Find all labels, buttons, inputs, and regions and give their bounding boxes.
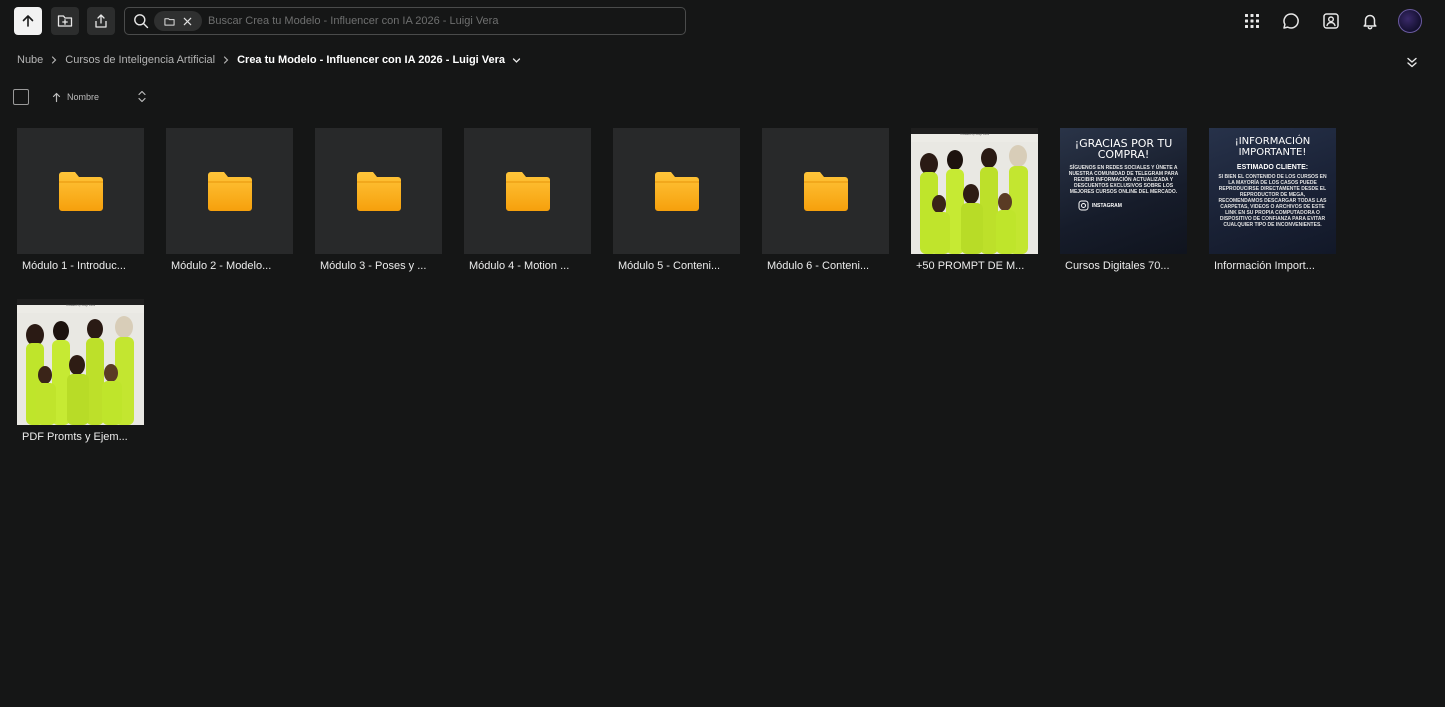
instagram-row: INSTAGRAM: [1060, 200, 1187, 211]
file-tile[interactable]: Created by Luigi Vera PDF Promts y Ejem.…: [17, 299, 144, 445]
search-icon: [134, 14, 149, 29]
chevron-right-icon: [215, 56, 237, 64]
folder-icon: [654, 172, 699, 211]
file-tile[interactable]: Módulo 4 - Motion ...: [464, 128, 591, 274]
folder-icon: [163, 17, 175, 26]
folder-icon: [505, 172, 550, 211]
models-photo: [911, 142, 1038, 254]
folder-thumbnail[interactable]: [762, 128, 889, 254]
share-button[interactable]: [87, 7, 115, 35]
close-icon[interactable]: [182, 16, 193, 27]
file-name: PDF Promts y Ejem...: [22, 431, 128, 443]
contacts-button[interactable]: [1320, 10, 1342, 32]
file-name: Información Import...: [1214, 260, 1315, 272]
thumbnail-heading: ¡GRACIAS POR TU COMPRA!: [1074, 137, 1173, 161]
chevron-right-icon: [43, 56, 65, 64]
select-all-checkbox[interactable]: [13, 89, 29, 105]
file-name: Módulo 4 - Motion ...: [469, 260, 570, 272]
file-tile[interactable]: Módulo 3 - Poses y ...: [315, 128, 442, 274]
bell-icon: [1363, 14, 1377, 30]
breadcrumb-item-cursos[interactable]: Cursos de Inteligencia Artificial: [65, 54, 215, 66]
folder-icon: [58, 172, 103, 211]
upload-icon: [95, 14, 107, 28]
notifications-button[interactable]: [1359, 10, 1381, 32]
chat-icon: [1283, 13, 1299, 29]
instagram-icon: [1078, 200, 1089, 211]
file-name: Módulo 5 - Conteni...: [618, 260, 721, 272]
apps-grid-icon: [1245, 14, 1259, 28]
file-tile[interactable]: Created by Luigi Vera +50 PROMPT DE M...: [911, 128, 1038, 274]
breadcrumb: Nube Cursos de Inteligencia Artificial C…: [17, 53, 521, 67]
arrow-up-icon[interactable]: [51, 92, 62, 103]
thumbnail-credit: Created by Luigi Vera: [66, 303, 95, 307]
contacts-icon: [1323, 13, 1339, 29]
image-thumbnail[interactable]: ¡GRACIAS POR TU COMPRA! SÍGUENOS EN REDE…: [1060, 128, 1187, 254]
file-tile[interactable]: ¡GRACIAS POR TU COMPRA! SÍGUENOS EN REDE…: [1060, 128, 1187, 274]
file-tile[interactable]: Módulo 5 - Conteni...: [613, 128, 740, 274]
folder-thumbnail[interactable]: [613, 128, 740, 254]
chat-button[interactable]: [1280, 10, 1302, 32]
breadcrumb-item-nube[interactable]: Nube: [17, 54, 43, 66]
file-tile[interactable]: Módulo 1 - Introduc...: [17, 128, 144, 274]
collapse-icon[interactable]: [1405, 55, 1419, 69]
thumbnail-body: SI BIEN EL CONTENIDO DE LOS CURSOS EN LA…: [1218, 174, 1327, 228]
file-name: Módulo 6 - Conteni...: [767, 260, 870, 272]
top-bar: [0, 0, 1445, 42]
folder-thumbnail[interactable]: [464, 128, 591, 254]
image-thumbnail[interactable]: Created by Luigi Vera: [911, 128, 1038, 254]
search-input[interactable]: [208, 15, 685, 27]
sort-bar: Nombre: [13, 89, 146, 105]
file-name: Módulo 1 - Introduc...: [22, 260, 126, 272]
instagram-label: INSTAGRAM: [1092, 202, 1122, 209]
thumbnail-body: SÍGUENOS EN REDES SOCIALES Y ÚNETE A NUE…: [1068, 165, 1179, 195]
image-thumbnail[interactable]: ¡INFORMACIÓN IMPORTANTE! ESTIMADO CLIENT…: [1209, 128, 1336, 254]
avatar[interactable]: [1398, 9, 1422, 33]
file-name: Módulo 3 - Poses y ...: [320, 260, 427, 272]
chevron-down-icon[interactable]: [512, 56, 521, 65]
file-tile[interactable]: ¡INFORMACIÓN IMPORTANTE! ESTIMADO CLIENT…: [1209, 128, 1336, 274]
folder-icon: [356, 172, 401, 211]
pdf-thumbnail[interactable]: Created by Luigi Vera: [17, 299, 144, 425]
thumbnail-credit: Created by Luigi Vera: [960, 132, 989, 136]
thumbnail-heading: ¡INFORMACIÓN IMPORTANTE!: [1234, 136, 1311, 158]
sort-label[interactable]: Nombre: [67, 92, 99, 102]
breadcrumb-current: Crea tu Modelo - Influencer con IA 2026 …: [237, 54, 506, 66]
apps-button[interactable]: [1241, 10, 1263, 32]
arrow-up-icon: [22, 15, 34, 27]
go-up-button[interactable]: [14, 7, 42, 35]
search-bar[interactable]: [124, 7, 686, 35]
folder-thumbnail[interactable]: [315, 128, 442, 254]
file-name: +50 PROMPT DE M...: [916, 260, 1025, 272]
folder-icon: [803, 172, 848, 211]
folder-scope-chip[interactable]: [154, 11, 202, 31]
file-name: Módulo 2 - Modelo...: [171, 260, 272, 272]
folder-plus-icon: [57, 15, 73, 27]
sort-toggle-icon[interactable]: [137, 90, 147, 103]
new-folder-button[interactable]: [51, 7, 79, 35]
file-tile[interactable]: Módulo 2 - Modelo...: [166, 128, 293, 274]
file-tile[interactable]: Módulo 6 - Conteni...: [762, 128, 889, 274]
folder-thumbnail[interactable]: [166, 128, 293, 254]
thumbnail-subheading: ESTIMADO CLIENTE:: [1236, 164, 1309, 171]
folder-icon: [207, 172, 252, 211]
folder-thumbnail[interactable]: [17, 128, 144, 254]
file-name: Cursos Digitales 70...: [1065, 260, 1170, 272]
models-photo: [17, 313, 144, 425]
